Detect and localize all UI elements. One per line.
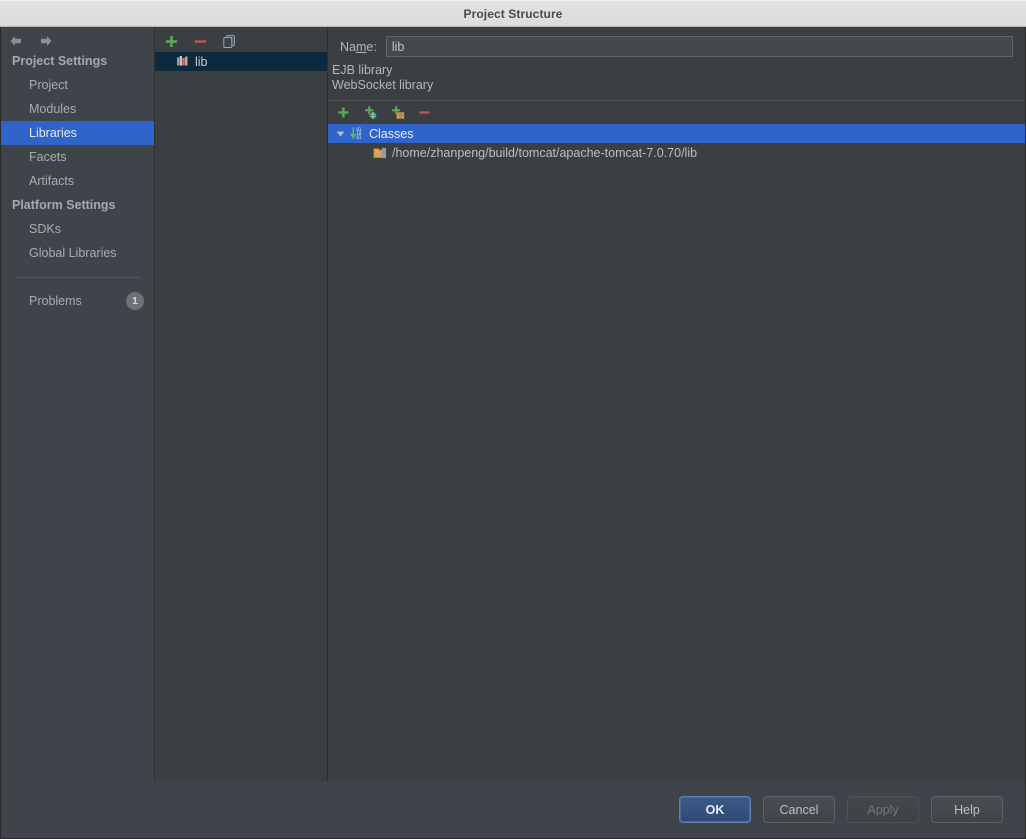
tree-row-label: Classes [369, 126, 414, 141]
tree-row[interactable]: 01 10 01 Classes [328, 124, 1025, 143]
settings-sidebar: Project Settings Project Modules Librari… [1, 27, 155, 781]
problems-count-badge: 1 [126, 292, 144, 310]
plus-icon[interactable] [335, 104, 352, 121]
minus-icon[interactable] [192, 33, 209, 50]
arrow-right-icon[interactable] [37, 33, 55, 49]
dialog-button-bar: OK Cancel Apply Help [0, 781, 1026, 839]
sidebar-item-global-libraries[interactable]: Global Libraries [1, 241, 154, 265]
tree-row[interactable]: /home/zhanpeng/build/tomcat/apache-tomca… [328, 143, 1025, 162]
plus-icon[interactable] [163, 33, 180, 50]
tree-row-label: /home/zhanpeng/build/tomcat/apache-tomca… [392, 145, 698, 160]
help-button[interactable]: Help [931, 796, 1003, 823]
svg-text:01: 01 [356, 135, 362, 140]
name-input[interactable] [385, 36, 1013, 57]
arrow-left-icon[interactable] [7, 33, 25, 49]
name-row: Name: [328, 27, 1025, 57]
library-type-websocket: WebSocket library [332, 78, 434, 92]
sidebar-group-platform-settings: Platform Settings [12, 198, 116, 212]
sidebar-item-problems-label: Problems [29, 294, 82, 308]
libraries-list: lib [155, 52, 327, 71]
plus-archive-icon[interactable] [389, 104, 406, 121]
minus-icon[interactable] [416, 104, 433, 121]
list-item[interactable]: lib [155, 52, 327, 71]
library-books-icon [176, 54, 189, 70]
sidebar-item-facets[interactable]: Facets [1, 145, 154, 169]
library-editor-panel: Name: EJB library WebSocket library [328, 27, 1025, 781]
sidebar-item-artifacts[interactable]: Artifacts [1, 169, 154, 193]
project-structure-dialog: Project Structure Project Settings Proje… [0, 0, 1026, 839]
copy-icon[interactable] [221, 33, 238, 50]
sidebar-item-problems[interactable]: Problems 1 [1, 288, 154, 314]
window-title: Project Structure [463, 6, 563, 21]
sidebar-item-modules[interactable]: Modules [1, 97, 154, 121]
library-roots-toolbar [328, 101, 1025, 124]
sidebar-divider [15, 277, 140, 278]
triangle-down-icon[interactable] [332, 128, 349, 139]
cancel-button[interactable]: Cancel [763, 796, 835, 823]
classes-binary-icon: 01 10 01 [349, 126, 365, 141]
ok-button[interactable]: OK [679, 796, 751, 823]
name-label: Name: [340, 39, 377, 54]
sidebar-item-sdks[interactable]: SDKs [1, 217, 154, 241]
libraries-list-panel: lib [155, 27, 328, 781]
sidebar-item-libraries[interactable]: Libraries [1, 121, 154, 145]
sidebar-group-project-settings: Project Settings [12, 54, 108, 68]
library-roots-tree: 01 10 01 Classes /home/zhanpeng/build/to… [328, 124, 1025, 781]
libraries-toolbar [155, 27, 327, 49]
sidebar-item-project[interactable]: Project [1, 73, 154, 97]
apply-button: Apply [847, 796, 919, 823]
library-types-list: EJB library WebSocket library [328, 57, 1025, 93]
dialog-body: Project Settings Project Modules Librari… [0, 27, 1026, 781]
list-item-label: lib [195, 54, 208, 69]
title-bar: Project Structure [0, 0, 1026, 27]
library-type-ejb: EJB library [332, 63, 393, 77]
folder-jar-icon [372, 146, 388, 160]
navigation-arrows [1, 27, 154, 49]
plus-globe-icon[interactable] [362, 104, 379, 121]
